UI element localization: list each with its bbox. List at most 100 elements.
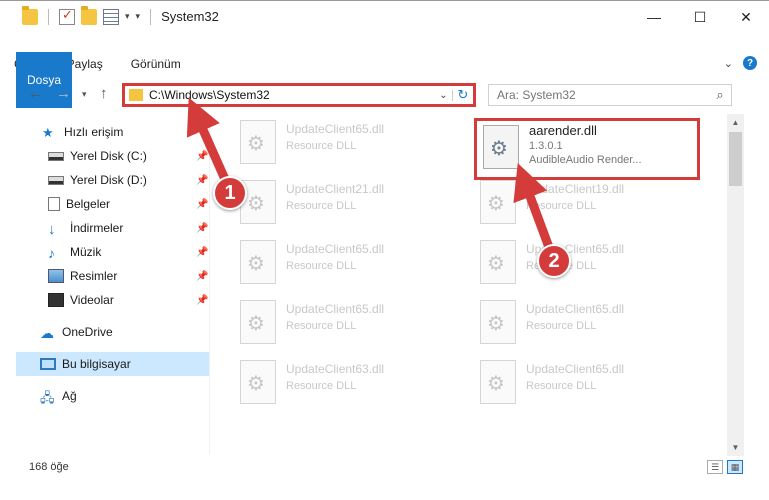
file-type: Resource DLL: [526, 320, 597, 332]
pin-icon[interactable]: 📌: [196, 175, 208, 186]
file-item[interactable]: UpdateClient21.dll Resource DLL: [212, 178, 442, 234]
callout-step-1: 1: [213, 176, 247, 210]
file-item[interactable]: UpdateClient65.dll Resource DLL: [452, 358, 682, 414]
quick-access-toolbar: ▾ ▾: [0, 5, 155, 25]
nav-music[interactable]: ♪ Müzik 📌: [48, 240, 218, 264]
toolbar-divider: [48, 8, 49, 25]
chevron-down-icon[interactable]: ▾: [125, 11, 130, 22]
nav-item-label: Yerel Disk (C:): [70, 149, 147, 163]
file-item[interactable]: UpdateClient65.dll Resource DLL: [212, 298, 442, 354]
search-box[interactable]: ⌕: [488, 84, 732, 106]
file-item-aarender[interactable]: aarender.dll 1.3.0.1 AudibleAudio Render…: [474, 118, 700, 180]
pin-icon[interactable]: 📌: [196, 271, 208, 282]
recent-locations-icon[interactable]: ▾: [82, 89, 87, 100]
music-icon: ♪: [48, 245, 55, 261]
forward-arrow-icon[interactable]: →: [56, 85, 71, 102]
dll-file-icon: [240, 120, 276, 164]
minimize-button[interactable]: —: [631, 1, 677, 33]
computer-icon: [40, 358, 56, 370]
nav-network[interactable]: 🖧 Ağ: [40, 384, 77, 408]
nav-pictures[interactable]: Resimler 📌: [48, 264, 218, 288]
new-folder-icon[interactable]: [81, 5, 97, 25]
nav-this-pc[interactable]: Bu bilgisayar: [16, 352, 209, 376]
file-list: UpdateClient65.dll Resource DLL UpdateCli…: [212, 114, 727, 456]
nav-item-label: Resimler: [70, 269, 118, 283]
file-type: Resource DLL: [286, 200, 357, 212]
drive-icon: [48, 151, 64, 161]
search-icon[interactable]: ⌕: [709, 87, 731, 103]
checklist-icon[interactable]: [59, 7, 75, 25]
file-name: UpdateClient65.dll: [526, 302, 625, 316]
address-row: ← → ▾ ↑ C:\Windows\System32 ⌄ ↻ ⌕: [0, 80, 769, 110]
nav-item-label: OneDrive: [62, 325, 113, 339]
tab-view[interactable]: Görünüm: [117, 52, 195, 76]
address-dropdown-icon[interactable]: ⌄: [435, 89, 453, 101]
close-button[interactable]: ✕: [723, 1, 769, 33]
search-input[interactable]: [497, 88, 709, 102]
nav-local-disk-d[interactable]: Yerel Disk (D:) 📌: [48, 168, 218, 192]
file-type: Resource DLL: [286, 260, 357, 272]
nav-item-label: Belgeler: [66, 197, 111, 211]
nav-quick-access[interactable]: ★ Hızlı erişim: [42, 120, 123, 144]
file-version: 1.3.0.1: [529, 140, 563, 152]
file-type: Resource DLL: [286, 380, 357, 392]
file-item[interactable]: UpdateClient65.dll Resource DLL: [212, 238, 442, 294]
pin-icon[interactable]: 📌: [196, 223, 208, 234]
up-arrow-icon[interactable]: ↑: [100, 85, 108, 102]
file-name: UpdateClient65.dll: [286, 122, 385, 136]
view-switcher: ☰ ▦: [707, 460, 743, 474]
properties-icon[interactable]: [103, 8, 119, 25]
scroll-down-icon[interactable]: ▼: [727, 439, 744, 456]
title-bar: ▾ ▾ System32 — ☐ ✕: [0, 0, 769, 32]
file-type: AudibleAudio Render...: [529, 154, 642, 166]
nav-item-label: Hızlı erişim: [64, 125, 124, 139]
help-icon[interactable]: ?: [743, 56, 757, 70]
file-type: Resource DLL: [526, 380, 597, 392]
file-name: UpdateClient65.dll: [526, 362, 625, 376]
nav-onedrive[interactable]: ☁ OneDrive: [40, 320, 113, 344]
tiles-view-icon[interactable]: ▦: [727, 460, 743, 474]
callout-step-2: 2: [537, 244, 571, 278]
maximize-button[interactable]: ☐: [677, 1, 723, 33]
pin-icon[interactable]: 📌: [196, 247, 208, 258]
file-item[interactable]: UpdateClient65.dll Resource DLL: [212, 118, 442, 174]
file-item[interactable]: UpdateClient65.dll Resource DLL: [452, 298, 682, 354]
nav-downloads[interactable]: ↓ İndirmeler 📌: [48, 216, 218, 240]
expand-ribbon-icon[interactable]: ⌄: [724, 57, 733, 70]
item-count: 168 öğe: [29, 461, 69, 473]
status-bar: 168 öğe: [0, 456, 769, 478]
videos-icon: [48, 293, 64, 307]
scroll-up-icon[interactable]: ▲: [727, 114, 744, 131]
file-name: UpdateClient65.dll: [286, 302, 385, 316]
nav-videos[interactable]: Videolar 📌: [48, 288, 218, 312]
customize-toolbar-icon[interactable]: ▾: [136, 11, 141, 22]
details-view-icon[interactable]: ☰: [707, 460, 723, 474]
pin-icon[interactable]: 📌: [196, 151, 208, 162]
pin-icon[interactable]: 📌: [196, 295, 208, 306]
address-bar[interactable]: C:\Windows\System32 ⌄ ↻: [122, 83, 476, 107]
nav-local-disk-c[interactable]: Yerel Disk (C:) 📌: [48, 144, 218, 168]
file-name: aarender.dll: [529, 123, 597, 138]
navigation-pane: ★ Hızlı erişim Yerel Disk (C:) 📌 Yerel D…: [0, 116, 210, 454]
folder-icon: [129, 89, 143, 101]
network-icon: 🖧: [40, 390, 55, 405]
file-name: UpdateClient21.dll: [286, 182, 385, 196]
dll-file-icon: [480, 300, 516, 344]
nav-item-label: Bu bilgisayar: [62, 357, 131, 371]
download-icon: ↓: [48, 221, 56, 238]
folder-icon[interactable]: [22, 5, 38, 25]
file-item[interactable]: UpdateClient19.dll Resource DLL: [452, 178, 682, 234]
dll-file-icon: [240, 240, 276, 284]
back-arrow-icon[interactable]: ←: [28, 85, 43, 102]
nav-item-label: Müzik: [70, 245, 102, 259]
refresh-icon[interactable]: ↻: [453, 87, 473, 103]
vertical-scrollbar[interactable]: ▲ ▼: [727, 114, 744, 456]
scroll-thumb[interactable]: [729, 132, 742, 186]
nav-documents[interactable]: Belgeler 📌: [48, 192, 218, 216]
address-path[interactable]: C:\Windows\System32: [149, 88, 435, 102]
pin-icon[interactable]: 📌: [196, 199, 208, 210]
file-item[interactable]: UpdateClient63.dll Resource DLL: [212, 358, 442, 414]
window-title: System32: [161, 9, 219, 24]
file-name: UpdateClient19.dll: [526, 182, 625, 196]
drive-icon: [48, 175, 64, 185]
